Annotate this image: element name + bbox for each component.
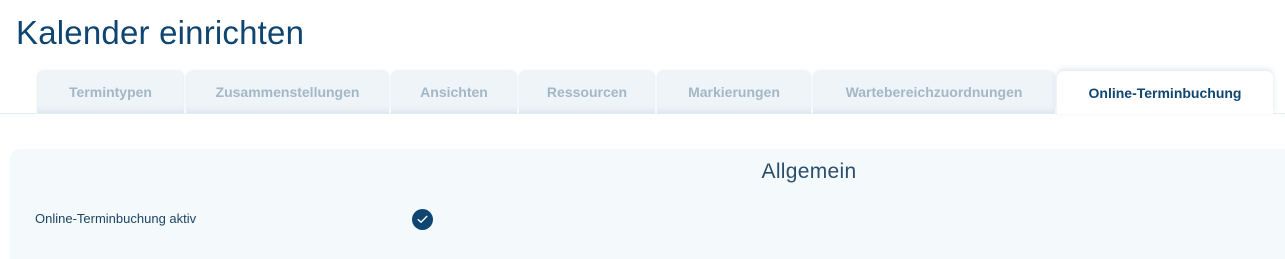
- tab-zusammenstellungen[interactable]: Zusammenstellungen: [186, 71, 389, 113]
- tab-ansichten[interactable]: Ansichten: [391, 71, 517, 113]
- tab-markierungen[interactable]: Markierungen: [657, 71, 811, 113]
- tab-termintypen[interactable]: Termintypen: [37, 71, 184, 113]
- tab-bar: Termintypen Zusammenstellungen Ansichten…: [0, 71, 1285, 114]
- settings-panel: [10, 149, 1285, 259]
- tab-ressourcen[interactable]: Ressourcen: [519, 71, 655, 113]
- page-title: Kalender einrichten: [16, 14, 305, 51]
- tab-online-terminbuchung[interactable]: Online-Terminbuchung: [1057, 71, 1273, 114]
- section-title: Allgemein: [761, 160, 857, 183]
- online-booking-active-checkbox[interactable]: [412, 209, 433, 230]
- check-icon: [417, 215, 428, 223]
- online-booking-active-label: Online-Terminbuchung aktiv: [35, 211, 197, 226]
- tab-wartebereichzuordnungen[interactable]: Wartebereichzuordnungen: [813, 71, 1055, 113]
